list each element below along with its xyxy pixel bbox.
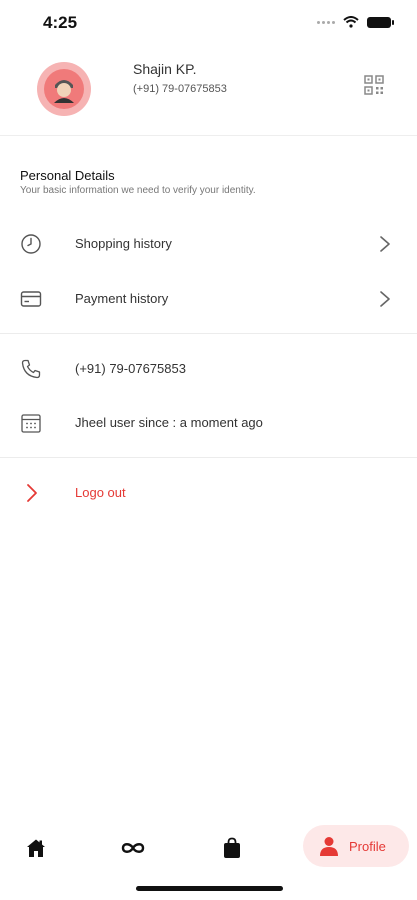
home-indicator	[136, 886, 283, 891]
bottom-nav: Profile	[0, 820, 417, 876]
nav-home[interactable]	[22, 834, 50, 862]
shopping-history-label: Shopping history	[75, 236, 172, 251]
nav-bag[interactable]	[218, 834, 246, 862]
battery-icon	[367, 16, 394, 28]
wifi-icon	[343, 16, 359, 28]
calendar-icon	[21, 414, 41, 433]
cellular-signal-icon	[317, 20, 335, 24]
infinity-icon	[121, 843, 145, 853]
payment-history-item[interactable]: Payment history	[0, 276, 417, 322]
section-title: Personal Details	[20, 168, 115, 183]
chevron-right-icon	[27, 484, 37, 502]
nav-infinity[interactable]	[119, 834, 147, 862]
member-since-text: Jheel user since : a moment ago	[75, 415, 263, 430]
nav-profile[interactable]: Profile	[303, 825, 409, 867]
status-bar: 4:25	[0, 0, 417, 48]
status-time: 4:25	[43, 13, 78, 32]
shopping-bag-icon	[224, 837, 240, 858]
phone-number: (+91) 79-07675853	[75, 361, 186, 376]
clock-icon	[21, 234, 41, 254]
nav-profile-label: Profile	[349, 838, 386, 854]
logout-button[interactable]: Logo out	[0, 470, 417, 516]
user-phone: (+91) 79-07675853	[133, 83, 227, 95]
section-subtitle: Your basic information we need to verify…	[20, 185, 256, 196]
qr-code-icon[interactable]	[364, 75, 384, 95]
phone-info-row: (+91) 79-07675853	[0, 346, 417, 392]
chevron-right-icon	[380, 291, 390, 307]
avatar[interactable]	[37, 62, 91, 116]
user-avatar-icon	[54, 80, 74, 103]
chevron-right-icon	[380, 236, 390, 252]
home-icon	[27, 839, 45, 857]
avatar-image	[44, 69, 84, 109]
status-icons	[317, 16, 394, 28]
credit-card-icon	[20, 291, 42, 307]
profile-header: Shajin KP. (+91) 79-07675853	[0, 48, 417, 136]
divider	[0, 333, 417, 334]
shopping-history-item[interactable]: Shopping history	[0, 221, 417, 267]
user-name: Shajin KP.	[133, 61, 197, 77]
person-icon	[320, 837, 338, 856]
phone-icon	[21, 359, 41, 379]
divider	[0, 457, 417, 458]
member-since-row: Jheel user since : a moment ago	[0, 400, 417, 446]
payment-history-label: Payment history	[75, 291, 169, 306]
logout-label: Logo out	[75, 485, 126, 500]
